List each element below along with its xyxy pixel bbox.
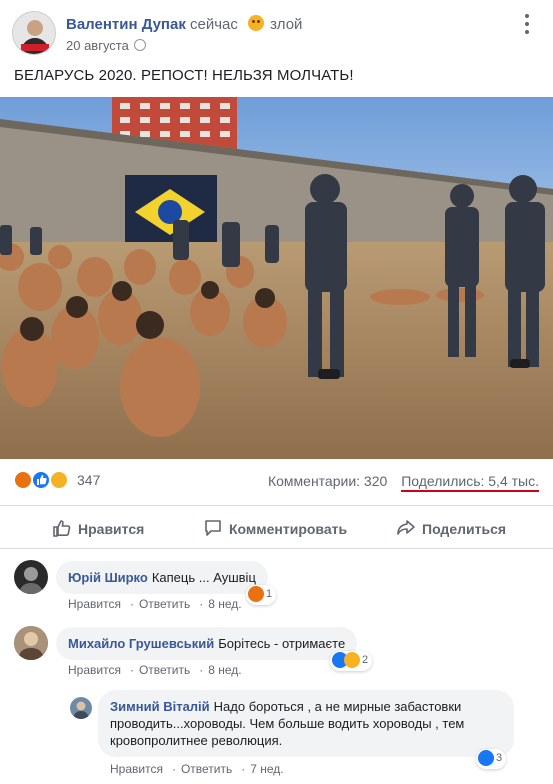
comment-button[interactable]: Комментировать (203, 518, 347, 538)
comment-reaction-count: 2 (362, 653, 369, 666)
comments-count[interactable]: Комментарии: 320 (268, 473, 387, 489)
reply-author[interactable]: Зимний Віталій (110, 699, 210, 714)
angry-icon (248, 586, 264, 602)
angry-feeling-icon (248, 15, 265, 31)
reactions-bar: 347 Комментарии: 320 Поделились: 5,4 тыс… (0, 462, 553, 498)
post-text: БЕЛАРУСЬ 2020. РЕПОСТ! НЕЛЬЗЯ МОЛЧАТЬ! (14, 67, 354, 84)
comment-time[interactable]: 8 нед. (208, 597, 241, 611)
feeling-label: злой (270, 16, 303, 33)
author-line: Валентин Дупак сейчас злой (66, 15, 302, 33)
reply-reaction-count: 3 (496, 751, 503, 764)
comment-reaction-count: 1 (266, 587, 273, 600)
shares-count[interactable]: Поделились: 5,4 тыс. (401, 473, 539, 492)
reply-reply-link[interactable]: Ответить (181, 762, 232, 776)
reply-time[interactable]: 7 нед. (250, 762, 283, 776)
like-icon (478, 750, 494, 766)
comment-author[interactable]: Юрій Ширко (68, 570, 148, 585)
reply-text-line2: проводить...хороводы. Чем больше водить … (110, 716, 465, 731)
share-icon (397, 520, 415, 535)
post-header: Валентин Дупак сейчас злой 20 августа (0, 0, 553, 62)
comment-meta: Нравится · Ответить · 8 нед. (68, 597, 242, 611)
comment-like-link[interactable]: Нравится (68, 597, 121, 611)
comment-reply-link[interactable]: Ответить (139, 597, 190, 611)
share-label: Поделиться (422, 521, 507, 537)
post-stats: Комментарии: 320 Поделились: 5,4 тыс. (268, 473, 539, 492)
comment-label: Комментировать (229, 521, 348, 537)
reply-text-line3: кровопролитнее революция. (110, 733, 283, 748)
globe-icon[interactable] (133, 39, 146, 51)
thumbs-up-icon (53, 520, 71, 537)
comment-reactions[interactable]: 1 (246, 585, 277, 605)
comment-time[interactable]: 8 нед. (208, 663, 241, 677)
more-dots-icon[interactable] (515, 12, 539, 36)
comment-like-link[interactable]: Нравится (68, 663, 121, 677)
reply-reactions[interactable]: 3 (476, 749, 507, 769)
post-date-line: 20 августа (66, 38, 146, 53)
reaction-count[interactable]: 347 (77, 472, 100, 488)
comment-meta: Нравится · Ответить · 8 нед. (68, 663, 242, 677)
sad-icon (344, 652, 360, 668)
author-avatar[interactable] (12, 11, 56, 55)
reply-text-line1: Надо бороться , а не мирные забастовки (213, 699, 462, 714)
comment-avatar[interactable] (14, 626, 48, 660)
post-date[interactable]: 20 августа (66, 38, 129, 53)
post-time-word: сейчас (190, 16, 238, 33)
reply-bubble: Зимний Віталій Надо бороться , а не мирны… (98, 690, 514, 757)
comment-text: Капець ... Аушвіц (151, 570, 256, 585)
author-name[interactable]: Валентин Дупак (66, 16, 186, 33)
comment-avatar[interactable] (14, 560, 48, 594)
like-label: Нравится (78, 521, 145, 537)
comment-text: Борітесь - отримаєте (218, 636, 346, 651)
comment-icon (205, 520, 221, 536)
comment-reply-link[interactable]: Ответить (139, 663, 190, 677)
like-icon (31, 470, 51, 490)
comment-author[interactable]: Михайло Грушевський (68, 636, 214, 651)
comment-reactions[interactable]: 2 (330, 651, 373, 671)
reply-avatar[interactable] (70, 697, 92, 719)
like-button[interactable]: Нравится (52, 518, 144, 538)
haha-icon (49, 470, 69, 490)
angry-icon (13, 470, 33, 490)
post-photo[interactable] (0, 97, 553, 459)
comment-bubble: Михайло Грушевський Борітесь - отримаєте (56, 627, 358, 660)
post-actions-bar: Нравится Комментировать Поделиться (0, 505, 553, 549)
reply-meta: Нравится · Ответить · 7 нед. (110, 762, 284, 776)
reply-like-link[interactable]: Нравится (110, 762, 163, 776)
share-button[interactable]: Поделиться (396, 518, 506, 538)
comment-bubble: Юрій Ширко Капець ... Аушвіц (56, 561, 268, 594)
facebook-post: Валентин Дупак сейчас злой 20 августа БЕ… (0, 0, 553, 784)
